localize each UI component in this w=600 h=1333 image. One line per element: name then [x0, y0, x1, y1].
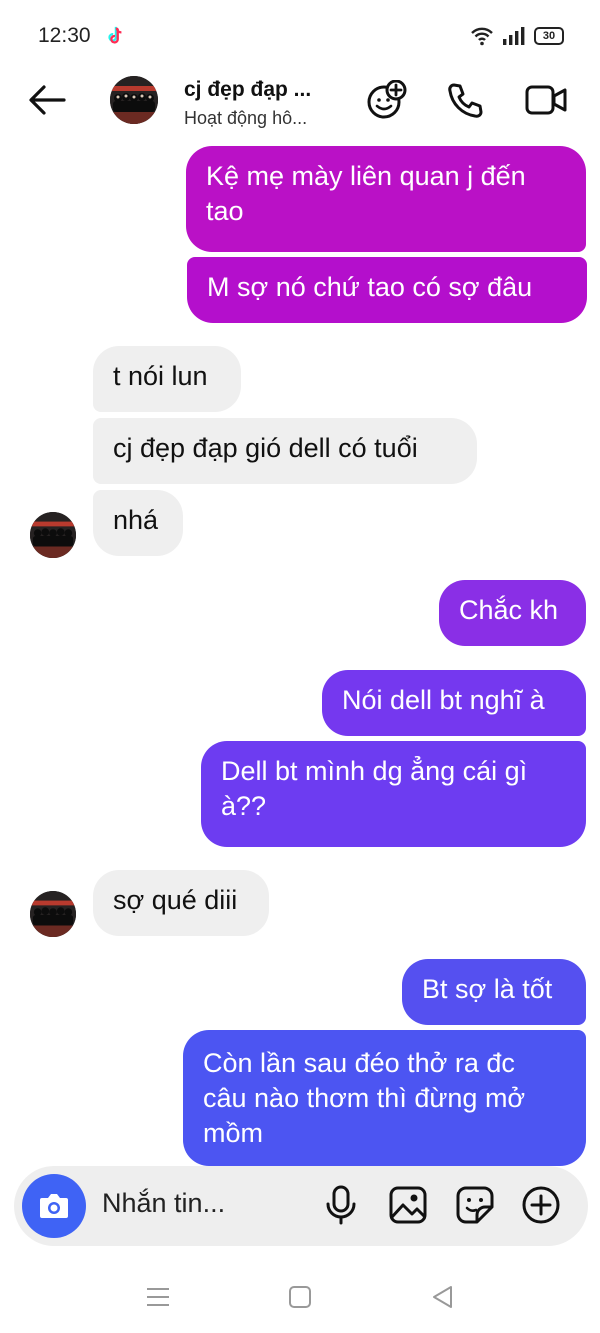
message-bubble-incoming[interactable]: cj đẹp đạp gió dell có tuổi — [93, 418, 477, 484]
status-time: 12:30 — [38, 24, 91, 47]
video-camera-icon[interactable] — [524, 80, 568, 120]
message-bubble-incoming[interactable]: nhá — [93, 490, 183, 556]
message-bubble-outgoing[interactable]: Nói dell bt nghĩ à — [322, 670, 586, 736]
microphone-icon[interactable] — [320, 1184, 362, 1226]
chat-header: cj đẹp đạp ... Hoạt động hô... — [0, 70, 600, 140]
message-bubble-outgoing[interactable]: Dell bt mình dg ẳng cái gì à?? — [201, 741, 586, 847]
phone-icon[interactable] — [444, 80, 488, 120]
message-bubble-outgoing[interactable]: Bt sợ là tốt — [402, 959, 586, 1025]
contact-name[interactable]: cj đẹp đạp ... — [184, 78, 311, 102]
contact-avatar[interactable] — [110, 76, 158, 124]
camera-icon — [40, 1194, 68, 1218]
contact-status: Hoạt động hô... — [184, 108, 308, 128]
contact-avatar-small[interactable] — [30, 512, 76, 558]
camera-button[interactable] — [22, 1174, 86, 1238]
tiktok-icon — [108, 26, 122, 44]
smiley-plus-icon[interactable] — [364, 80, 408, 120]
signal-icon — [503, 27, 525, 45]
message-bubble-outgoing[interactable]: Chắc kh — [439, 580, 586, 646]
message-input[interactable]: Nhắn tin... — [102, 1188, 225, 1219]
message-bubble-outgoing[interactable]: Kệ mẹ mày liên quan j đến tao — [186, 146, 586, 252]
status-bar: 12:30 30 — [0, 0, 600, 70]
message-bubble-incoming[interactable]: sợ qué diii — [93, 870, 269, 936]
wifi-icon — [471, 27, 493, 46]
battery-indicator: 30 — [534, 27, 564, 45]
message-bubble-incoming[interactable]: t nói lun — [93, 346, 241, 412]
message-bubble-outgoing[interactable]: Còn lần sau đéo thở ra đc câu nào thơm t… — [183, 1030, 586, 1166]
home-icon[interactable] — [287, 1284, 313, 1310]
arrow-left-icon[interactable] — [26, 82, 68, 118]
message-bubble-outgoing[interactable]: M sợ nó chứ tao có sợ đâu — [187, 257, 587, 323]
back-triangle-icon[interactable] — [430, 1284, 456, 1310]
menu-icon[interactable] — [145, 1284, 171, 1310]
contact-avatar-small[interactable] — [30, 891, 76, 937]
message-composer: Nhắn tin... — [14, 1166, 588, 1246]
plus-circle-icon[interactable] — [520, 1184, 562, 1226]
image-icon[interactable] — [387, 1184, 429, 1226]
system-nav-bar — [0, 1262, 600, 1333]
sticker-icon[interactable] — [454, 1184, 496, 1226]
